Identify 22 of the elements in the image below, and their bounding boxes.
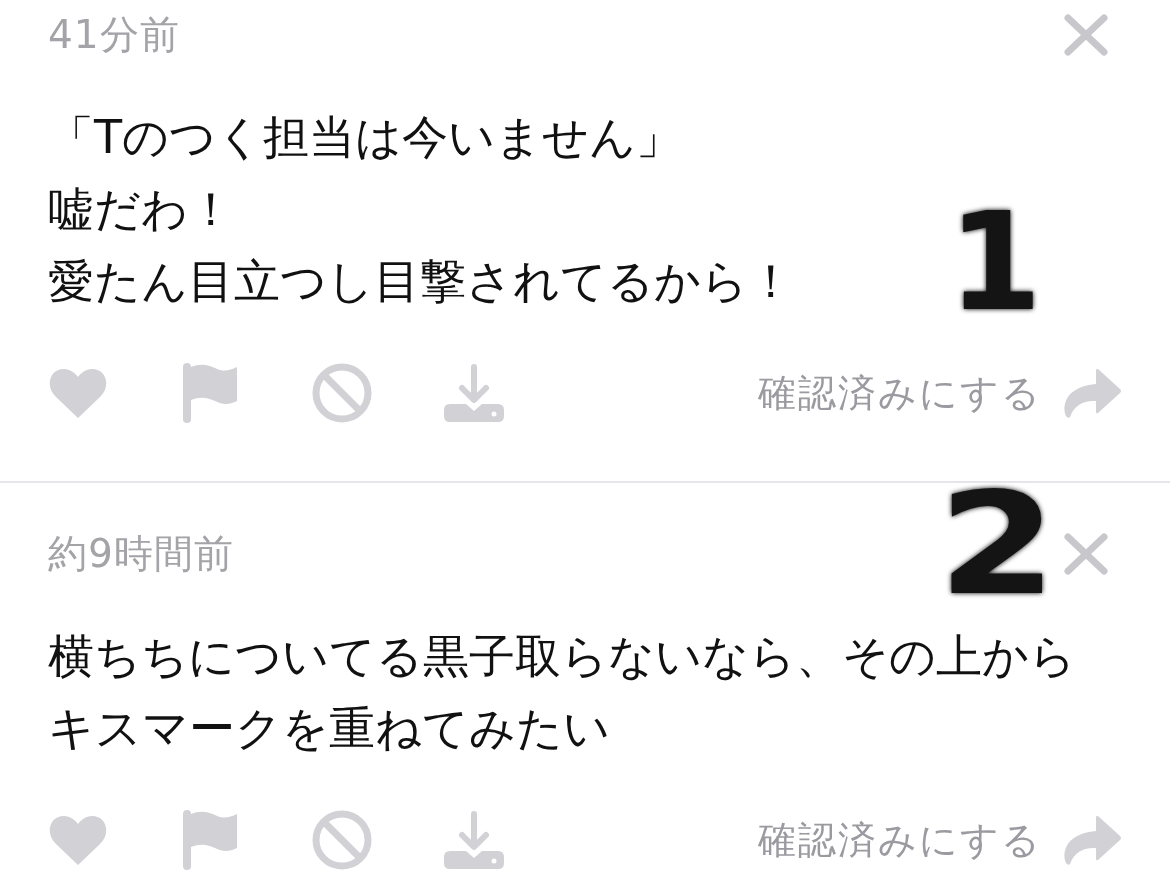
timestamp: 約9時間前: [48, 532, 234, 576]
flag-icon[interactable]: [183, 810, 237, 870]
heart-icon[interactable]: [48, 814, 108, 866]
share-arrow-icon[interactable]: [1062, 814, 1122, 866]
download-icon[interactable]: [444, 811, 504, 869]
mark-as-read-link[interactable]: 確認済みにする: [758, 367, 1042, 419]
prohibited-icon[interactable]: [312, 363, 372, 423]
share-arrow-icon[interactable]: [1062, 367, 1122, 419]
message-text: 嘘だわ！: [48, 181, 234, 238]
heart-icon[interactable]: [48, 367, 108, 419]
handwritten-number: 2: [938, 475, 1057, 615]
message-text: 「Tのつく担当は今いません」: [48, 109, 683, 166]
mark-as-read-link[interactable]: 確認済みにする: [758, 814, 1042, 866]
prohibited-icon[interactable]: [312, 810, 372, 870]
flag-icon[interactable]: [183, 363, 237, 423]
message-text: 愛たん目立つし目撃されてるから！: [48, 253, 794, 310]
message-text: 横ちちについてる黒子取らないなら、その上からキスマークを重ねてみたい: [48, 628, 1077, 757]
close-icon[interactable]: [1064, 533, 1108, 575]
timestamp: 41分前: [48, 13, 180, 57]
download-icon[interactable]: [444, 364, 504, 422]
handwritten-number: 1: [948, 195, 1042, 330]
close-icon[interactable]: [1064, 14, 1108, 56]
